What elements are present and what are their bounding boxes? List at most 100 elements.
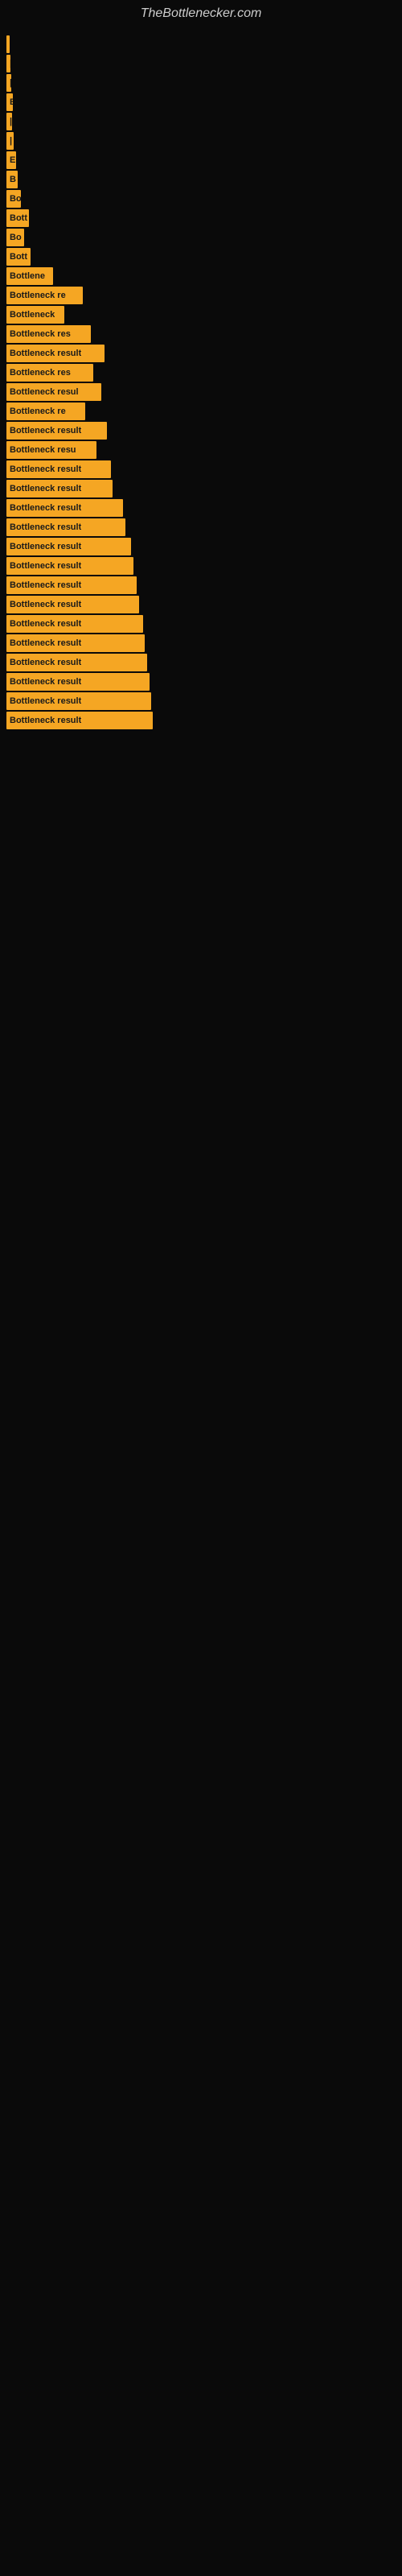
bar-row: Bottleneck result [6, 692, 402, 710]
bar-label: Bottleneck resu [10, 445, 76, 455]
bar-label: Bottleneck result [10, 677, 81, 687]
bar-label: Bottleneck result [10, 619, 81, 629]
site-title-text: TheBottlenecker.com [0, 0, 402, 27]
bar-row: Bottleneck result [6, 615, 402, 633]
bar-row: Bottleneck resul [6, 383, 402, 401]
bar-label: Bottleneck result [10, 522, 81, 532]
result-bar: Bottleneck resul [6, 383, 101, 401]
result-bar: Bottleneck res [6, 364, 93, 382]
bar-label: B [10, 175, 16, 184]
result-bar: Bottleneck result [6, 518, 125, 536]
bar-label: Bottleneck result [10, 658, 81, 667]
bar-row: E [6, 93, 402, 111]
bar-label: Bottleneck result [10, 561, 81, 571]
result-bar: Bottleneck res [6, 325, 91, 343]
bar-row: Bottleneck result [6, 712, 402, 729]
result-bar: Bottleneck result [6, 538, 131, 555]
bar-label: | [10, 136, 12, 146]
bar-row: Bottleneck result [6, 480, 402, 497]
bar-row: Bottleneck res [6, 364, 402, 382]
bar-row: Bottleneck result [6, 422, 402, 440]
result-bar: | [6, 35, 10, 53]
bar-label: Bottleneck result [10, 464, 81, 474]
result-bar: Bott [6, 248, 31, 266]
bar-label: Bottleneck result [10, 484, 81, 493]
bar-row: Bottleneck [6, 306, 402, 324]
bar-row: Bottleneck result [6, 518, 402, 536]
bar-row: Bottleneck result [6, 557, 402, 575]
bar-label: Bo [10, 233, 22, 242]
bar-label: Bottleneck result [10, 426, 81, 436]
result-bar: Bo [6, 190, 21, 208]
result-bar: Bottleneck result [6, 654, 147, 671]
result-bar: Bottleneck result [6, 557, 133, 575]
bar-row: Bottleneck result [6, 538, 402, 555]
bar-row: Bottleneck result [6, 634, 402, 652]
bar-row: Bo [6, 229, 402, 246]
result-bar: Bottleneck result [6, 615, 143, 633]
bar-label: E [10, 97, 13, 107]
bar-label: Bottleneck re [10, 407, 66, 416]
result-bar: Bottleneck result [6, 712, 153, 729]
result-bar: Bo [6, 229, 24, 246]
result-bar: Bottleneck result [6, 460, 111, 478]
bar-label: Bottleneck result [10, 542, 81, 551]
bar-row: Bottleneck result [6, 596, 402, 613]
bar-label: Bottleneck [10, 310, 55, 320]
result-bar: | [6, 132, 14, 150]
bar-row: E [6, 151, 402, 169]
bar-row: Bottleneck result [6, 345, 402, 362]
bar-row: Bo [6, 190, 402, 208]
result-bar: | [6, 55, 10, 72]
bar-label: Bottleneck result [10, 580, 81, 590]
bar-row: B [6, 171, 402, 188]
bar-row: Bottleneck re [6, 402, 402, 420]
result-bar: Bottleneck re [6, 402, 85, 420]
result-bar: Bottleneck result [6, 634, 145, 652]
bar-label: Bottleneck re [10, 291, 66, 300]
bar-label: Bottleneck result [10, 696, 81, 706]
result-bar: Bottleneck result [6, 576, 137, 594]
bar-row: Bottleneck res [6, 325, 402, 343]
bar-label: Bottleneck resul [10, 387, 79, 397]
result-bar: | [6, 113, 12, 130]
bar-label: Bottleneck result [10, 638, 81, 648]
bar-label: | [10, 117, 12, 126]
bar-row: Bottleneck re [6, 287, 402, 304]
bar-row: Bottleneck result [6, 499, 402, 517]
result-bar: | [6, 74, 11, 92]
result-bar: Bottleneck result [6, 692, 151, 710]
bar-row: Bottleneck result [6, 460, 402, 478]
bar-row: Bottleneck result [6, 673, 402, 691]
result-bar: Bottleneck [6, 306, 64, 324]
bar-row: Bottlene [6, 267, 402, 285]
bar-label: Bottleneck result [10, 716, 81, 725]
bar-row: | [6, 55, 402, 72]
bar-label: Bottleneck res [10, 329, 71, 339]
bar-label: Bo [10, 194, 21, 204]
bar-row: Bottleneck result [6, 576, 402, 594]
bar-label: Bott [10, 213, 27, 223]
bar-label: Bott [10, 252, 27, 262]
result-bar: Bottleneck result [6, 422, 107, 440]
result-bar: E [6, 93, 13, 111]
result-bar: B [6, 171, 18, 188]
bar-label: E [10, 155, 15, 165]
result-bar: Bottlene [6, 267, 53, 285]
bar-label: Bottleneck result [10, 600, 81, 609]
result-bar: Bottleneck result [6, 499, 123, 517]
bar-label: Bottleneck res [10, 368, 71, 378]
bar-row: Bottleneck result [6, 654, 402, 671]
bar-label: Bottleneck result [10, 503, 81, 513]
result-bar: Bottleneck result [6, 596, 139, 613]
result-bar: Bottleneck resu [6, 441, 96, 459]
bar-row: | [6, 113, 402, 130]
result-bar: Bottleneck result [6, 673, 150, 691]
result-bar: E [6, 151, 16, 169]
bar-label: Bottlene [10, 271, 45, 281]
bar-row: | [6, 132, 402, 150]
bar-row: Bott [6, 209, 402, 227]
result-bar: Bott [6, 209, 29, 227]
bar-row: | [6, 35, 402, 53]
result-bar: Bottleneck re [6, 287, 83, 304]
